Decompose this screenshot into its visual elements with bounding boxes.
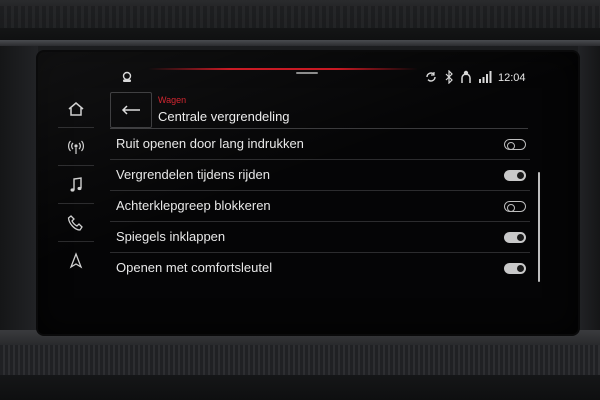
music-note-icon [70,176,82,192]
person-icon [460,70,472,84]
setting-row-spiegels[interactable]: Spiegels inklappen [110,222,530,253]
air-vent [0,6,600,28]
home-icon [68,101,84,116]
setting-row-achterklep[interactable]: Achterklepgreep blokkeren [110,191,530,222]
lower-grille [0,345,600,375]
back-button[interactable] [110,92,152,128]
setting-row-comfortsleutel[interactable]: Openen met comfortsleutel [110,253,530,284]
list-scrollbar[interactable] [538,172,540,282]
car-settings-icon[interactable] [120,70,134,84]
sync-icon [424,70,438,84]
phone-icon [67,214,83,231]
toggle-switch-on[interactable] [504,232,526,243]
clock: 12:04 [498,72,526,84]
toggle-switch-on[interactable] [504,170,526,181]
navigation-arrow-icon [69,252,83,269]
setting-label: Openen met comfortsleutel [116,260,273,275]
side-navigation [58,90,94,284]
chrome-trim [0,40,600,46]
setting-row-vergrendelen[interactable]: Vergrendelen tijdens rijden [110,160,530,191]
right-bezel [578,46,600,346]
toggle-switch-off[interactable] [504,139,526,150]
setting-row-ruit-openen[interactable]: Ruit openen door lang indrukken [110,129,530,160]
left-bezel [0,46,38,346]
setting-label: Spiegels inklappen [116,229,226,244]
radio-signal-icon [68,140,84,154]
bluetooth-icon [444,69,454,85]
back-arrow-icon [121,105,140,115]
setting-label: Achterklepgreep blokkeren [116,198,271,213]
nav-home[interactable] [58,90,94,128]
accent-line [148,68,418,70]
status-bar: 12:04 [38,52,578,90]
toggle-switch-on[interactable] [504,263,526,274]
infotainment-screen: 12:04 Wagen Centrale vergrendeling Ruit … [38,52,578,334]
setting-label: Vergrendelen tijdens rijden [116,167,270,182]
nav-phone[interactable] [58,204,94,242]
page-title: Centrale vergrendeling [158,109,290,124]
setting-label: Ruit openen door lang indrukken [116,136,304,151]
drag-handle[interactable] [296,72,318,74]
nav-media[interactable] [58,166,94,204]
signal-icon [478,70,492,84]
nav-navigation[interactable] [58,242,94,280]
toggle-switch-off[interactable] [504,201,526,212]
breadcrumb: Wagen [158,95,187,105]
nav-radio[interactable] [58,128,94,166]
